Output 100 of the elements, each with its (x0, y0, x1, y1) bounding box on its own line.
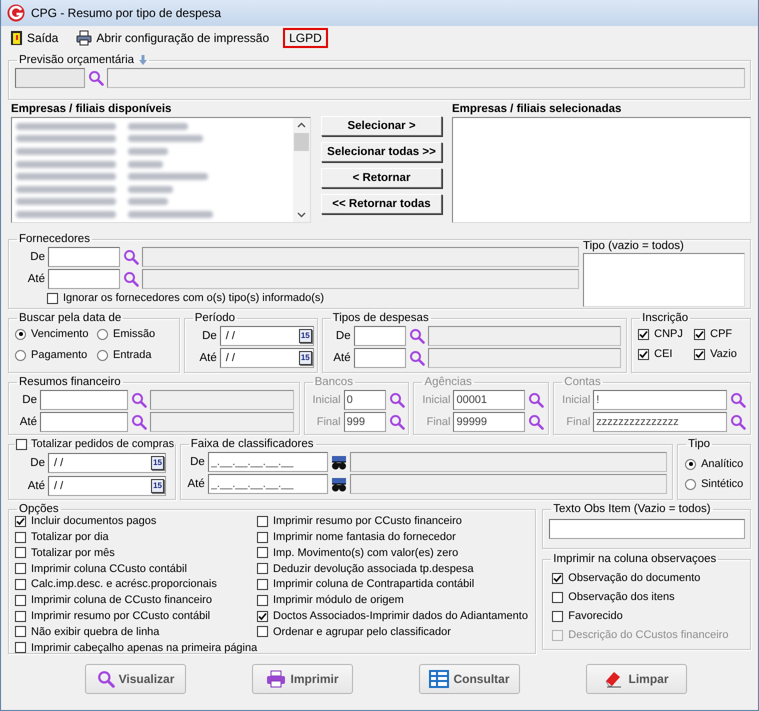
radio-button[interactable] (685, 458, 696, 470)
search-icon[interactable] (730, 392, 746, 408)
checkbox[interactable] (552, 592, 564, 602)
search-icon[interactable] (88, 70, 104, 86)
move-button[interactable]: < Retornar (321, 168, 442, 188)
radio-button[interactable] (15, 328, 26, 340)
scroll-up-icon[interactable] (297, 122, 306, 128)
group-label: Opções (18, 503, 60, 515)
search-icon[interactable] (528, 414, 544, 430)
radio-button[interactable] (97, 350, 108, 360)
search-icon[interactable] (388, 414, 405, 430)
checkbox-label: Imp. Movimento(s) com valor(es) zero (273, 546, 458, 559)
search-icon[interactable] (408, 350, 425, 366)
group-label: Buscar pela data de (18, 312, 122, 324)
input-field[interactable] (354, 348, 406, 368)
checkbox-label: Observação do documento (568, 572, 700, 584)
checkbox[interactable] (638, 328, 650, 340)
checkbox[interactable] (257, 626, 268, 638)
date-field[interactable]: / / 15 (220, 348, 314, 368)
search-icon[interactable] (408, 328, 425, 344)
checkbox[interactable] (257, 532, 268, 543)
checkbox[interactable] (15, 516, 26, 527)
action-button[interactable]: Limpar (586, 664, 687, 694)
checkbox-label: Imprimir coluna de CCusto financeiro (31, 594, 212, 606)
date-field[interactable]: / / 15 (48, 476, 166, 496)
input-field[interactable] (354, 326, 406, 346)
checkbox[interactable] (15, 578, 26, 590)
date-field[interactable]: / / 15 (48, 453, 166, 473)
checkbox[interactable] (15, 594, 26, 606)
scroll-thumb[interactable] (294, 133, 309, 151)
check-mark-icon (639, 330, 648, 338)
action-button[interactable]: Consultar (419, 664, 520, 694)
input-field[interactable] (549, 519, 745, 539)
checkbox-label: Observação dos itens (568, 591, 675, 603)
calendar-button[interactable]: 15 (151, 456, 164, 470)
checkbox[interactable] (47, 292, 58, 304)
scroll-down-icon[interactable] (297, 212, 306, 218)
radio-label: Pagamento (31, 349, 88, 361)
checkbox[interactable] (15, 563, 26, 574)
checkbox[interactable] (694, 348, 706, 360)
printer-icon (76, 30, 92, 46)
checkbox[interactable] (257, 547, 268, 558)
radio-button[interactable] (15, 350, 26, 360)
search-icon[interactable] (730, 414, 746, 430)
search-icon[interactable] (388, 392, 405, 408)
binoculars-icon[interactable] (330, 476, 347, 492)
checkbox[interactable] (257, 578, 268, 590)
input-field[interactable]: _.__.__.__.__.__ (208, 452, 328, 472)
search-icon[interactable] (123, 249, 139, 265)
checkbox[interactable] (257, 610, 268, 622)
check-mark-icon (639, 350, 648, 358)
move-button[interactable]: << Retornar todas (321, 194, 442, 214)
radio-label: Emissão (113, 328, 156, 340)
menu-item[interactable]: Saída (5, 27, 62, 49)
radio-button[interactable] (685, 478, 696, 490)
field-label: Final (426, 416, 450, 428)
search-icon[interactable] (123, 271, 139, 287)
radio-button[interactable] (97, 328, 108, 340)
calendar-button[interactable]: 15 (298, 351, 312, 365)
field-label: De (29, 251, 45, 263)
checkbox[interactable] (694, 328, 706, 340)
menu-item[interactable]: LGPD (283, 28, 328, 48)
field-label: De (201, 330, 217, 342)
search-icon[interactable] (131, 414, 147, 430)
checkbox[interactable] (15, 532, 26, 543)
checkbox[interactable] (552, 572, 564, 584)
binoculars-icon[interactable] (330, 454, 347, 470)
scrollbar[interactable] (293, 118, 310, 222)
checkbox[interactable] (257, 516, 268, 527)
action-button[interactable]: Visualizar (85, 664, 186, 694)
group-label: Tipo (687, 438, 712, 450)
calendar-button[interactable]: 15 (151, 479, 164, 493)
input-field[interactable] (40, 390, 128, 410)
input-field[interactable] (48, 247, 120, 267)
checkbox[interactable] (15, 626, 26, 638)
checkbox[interactable] (15, 610, 26, 622)
checkbox[interactable] (16, 438, 27, 450)
search-icon[interactable] (528, 392, 544, 408)
input-field[interactable]: _.__.__.__.__.__ (208, 474, 328, 494)
input-field[interactable] (40, 412, 128, 432)
blurred-text (128, 148, 168, 155)
checkbox[interactable] (15, 642, 26, 654)
checkbox[interactable] (257, 594, 268, 606)
calendar-button[interactable]: 15 (298, 329, 312, 343)
radio-label: Vencimento (31, 328, 88, 340)
blurred-text (128, 198, 168, 206)
input-field[interactable] (48, 269, 120, 289)
search-icon[interactable] (131, 392, 147, 408)
checkbox[interactable] (552, 610, 564, 622)
move-button[interactable]: Selecionar todas >> (321, 142, 442, 162)
menu-item[interactable]: Abrir configuração de impressão (72, 27, 274, 49)
radio-label: Entrada (113, 349, 152, 361)
move-button[interactable]: Selecionar > (321, 116, 442, 136)
checkbox[interactable] (15, 547, 26, 558)
checkbox[interactable] (257, 563, 268, 574)
date-field[interactable]: / / 15 (220, 326, 314, 346)
checkbox[interactable] (638, 348, 650, 360)
type-list[interactable] (583, 253, 745, 307)
app-logo-icon (7, 4, 25, 22)
action-button[interactable]: Imprimir (252, 664, 353, 694)
